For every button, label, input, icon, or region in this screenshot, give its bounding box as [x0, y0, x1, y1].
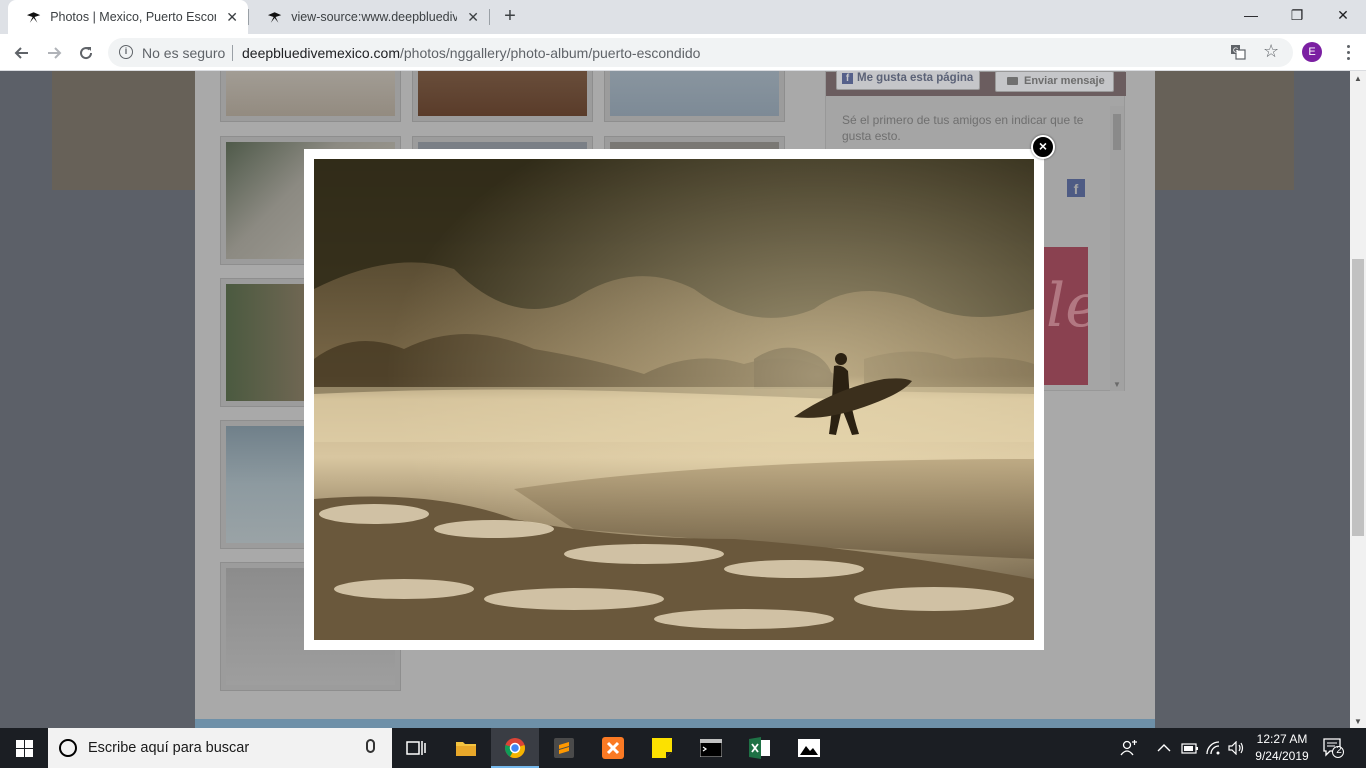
address-bar[interactable]: i No es seguro deepbluedivemexico.com/ph…: [108, 38, 1293, 67]
reload-icon: [80, 47, 93, 60]
maximize-button[interactable]: ❐: [1274, 0, 1320, 30]
facebook-widget-scrollbar[interactable]: ▼: [1110, 106, 1124, 391]
reload-button[interactable]: [72, 39, 100, 67]
taskbar-clock[interactable]: 12:27 AM 9/24/2019: [1254, 731, 1310, 765]
tab-separator: [489, 9, 490, 25]
facebook-widget-header: Me gusta esta página Enviar mensaje: [826, 71, 1126, 96]
sublime-text-taskbar-button[interactable]: [540, 728, 588, 768]
file-explorer-taskbar-button[interactable]: [442, 728, 490, 768]
profile-avatar[interactable]: E: [1302, 42, 1322, 62]
facebook-message-button[interactable]: Enviar mensaje: [995, 71, 1114, 92]
chrome-icon: [505, 738, 525, 759]
excel-taskbar-button[interactable]: [736, 728, 784, 768]
volume-icon[interactable]: [1228, 728, 1246, 768]
notification-count: 2: [1336, 745, 1342, 756]
tab-close-icon[interactable]: ✕: [467, 9, 479, 26]
photos-icon: [798, 739, 820, 757]
xampp-icon: [602, 737, 624, 759]
browser-tabstrip: Photos | Mexico, Puerto Escondido ✕ view…: [0, 0, 1366, 34]
lightbox-close-button[interactable]: ×: [1031, 135, 1055, 159]
facebook-logo-icon[interactable]: f: [1067, 179, 1085, 197]
facebook-like-button[interactable]: Me gusta esta página: [836, 71, 981, 90]
terminal-icon: [700, 739, 722, 757]
wifi-icon[interactable]: [1205, 728, 1223, 768]
battery-icon[interactable]: [1181, 728, 1199, 768]
site-footer-band: [195, 719, 1155, 728]
surfer-beach-photo-image: [314, 159, 1034, 640]
gallery-thumbnail[interactable]: [220, 71, 401, 122]
folder-icon: [456, 742, 476, 756]
thumbnail-image: [610, 71, 779, 116]
security-status-text[interactable]: No es seguro: [142, 45, 225, 61]
taskbar-search-placeholder: Escribe aquí para buscar: [88, 740, 250, 756]
facebook-friends-text: Sé el primero de tus amigos en indicar q…: [842, 113, 1084, 143]
clock-date: 9/24/2019: [1255, 749, 1309, 763]
facebook-post-image[interactable]: le: [1043, 247, 1088, 385]
tab-close-icon[interactable]: ✕: [226, 9, 238, 26]
back-button[interactable]: [8, 39, 36, 67]
svg-text:G: G: [1233, 48, 1238, 55]
action-center-button[interactable]: 2: [1322, 736, 1344, 758]
browser-toolbar: i No es seguro deepbluedivemexico.com/ph…: [0, 34, 1366, 71]
task-view-icon: [406, 741, 426, 755]
scroll-up-arrow-icon[interactable]: ▲: [1354, 74, 1362, 83]
sticky-notes-taskbar-button[interactable]: [638, 728, 686, 768]
xampp-taskbar-button[interactable]: [589, 728, 637, 768]
windows-logo-icon: [15, 739, 33, 757]
microphone-icon[interactable]: [366, 739, 375, 753]
tab-title: view-source:www.deepbluedivemexico.com: [291, 10, 458, 24]
task-view-button[interactable]: [392, 728, 440, 768]
url-text[interactable]: deepbluedivemexico.com/photos/nggallery/…: [242, 45, 700, 61]
taskbar-search-box[interactable]: Escribe aquí para buscar: [48, 728, 392, 768]
chrome-taskbar-button[interactable]: [491, 728, 539, 768]
thumbnail-image: [418, 71, 587, 116]
back-arrow-icon: [14, 47, 28, 59]
thumbnail-image: [226, 71, 395, 116]
browser-menu-icon[interactable]: [1338, 40, 1358, 64]
close-window-button[interactable]: ✕: [1320, 0, 1366, 30]
forward-button[interactable]: [40, 39, 68, 67]
sticky-notes-icon: [652, 738, 672, 758]
tab-view-source[interactable]: view-source:www.deepbluedivemexico.com ✕: [249, 0, 489, 34]
cortana-icon: [59, 739, 77, 757]
sublime-text-icon: [554, 738, 574, 758]
gallery-thumbnail[interactable]: [412, 71, 593, 122]
page-scrollbar-thumb[interactable]: [1352, 259, 1364, 536]
bookmark-star-icon[interactable]: ☆: [1263, 41, 1279, 62]
windows-taskbar: Escribe aquí para buscar 12:27 AM 9/24/2…: [0, 728, 1366, 768]
lightbox-modal: [304, 149, 1044, 650]
manta-ray-favicon-icon: [26, 12, 41, 23]
new-tab-button[interactable]: +: [498, 4, 522, 28]
translate-icon[interactable]: G: [1230, 44, 1246, 60]
show-hidden-icons-chevron-icon[interactable]: [1157, 728, 1171, 768]
people-icon[interactable]: [1120, 728, 1138, 768]
clock-time: 12:27 AM: [1256, 732, 1308, 746]
photos-taskbar-button[interactable]: [785, 728, 833, 768]
page-scrollbar[interactable]: ▲ ▼: [1350, 71, 1366, 728]
command-prompt-taskbar-button[interactable]: [687, 728, 735, 768]
tab-photos-mexico[interactable]: Photos | Mexico, Puerto Escondido ✕: [8, 0, 248, 34]
forward-arrow-icon: [48, 47, 62, 59]
minimize-button[interactable]: —: [1228, 0, 1274, 30]
scroll-down-arrow-icon[interactable]: ▼: [1113, 380, 1121, 389]
omnibox-divider: [232, 45, 233, 61]
excel-icon: [749, 737, 770, 759]
scrollbar-thumb[interactable]: [1113, 114, 1121, 150]
scroll-down-arrow-icon[interactable]: ▼: [1354, 717, 1362, 726]
manta-ray-favicon-icon: [267, 12, 282, 23]
gallery-thumbnail[interactable]: [604, 71, 785, 122]
info-icon[interactable]: i: [119, 45, 133, 59]
surfer-beach-photo[interactable]: [314, 159, 1034, 640]
tab-title: Photos | Mexico, Puerto Escondido: [50, 10, 216, 24]
start-button[interactable]: [0, 728, 48, 768]
